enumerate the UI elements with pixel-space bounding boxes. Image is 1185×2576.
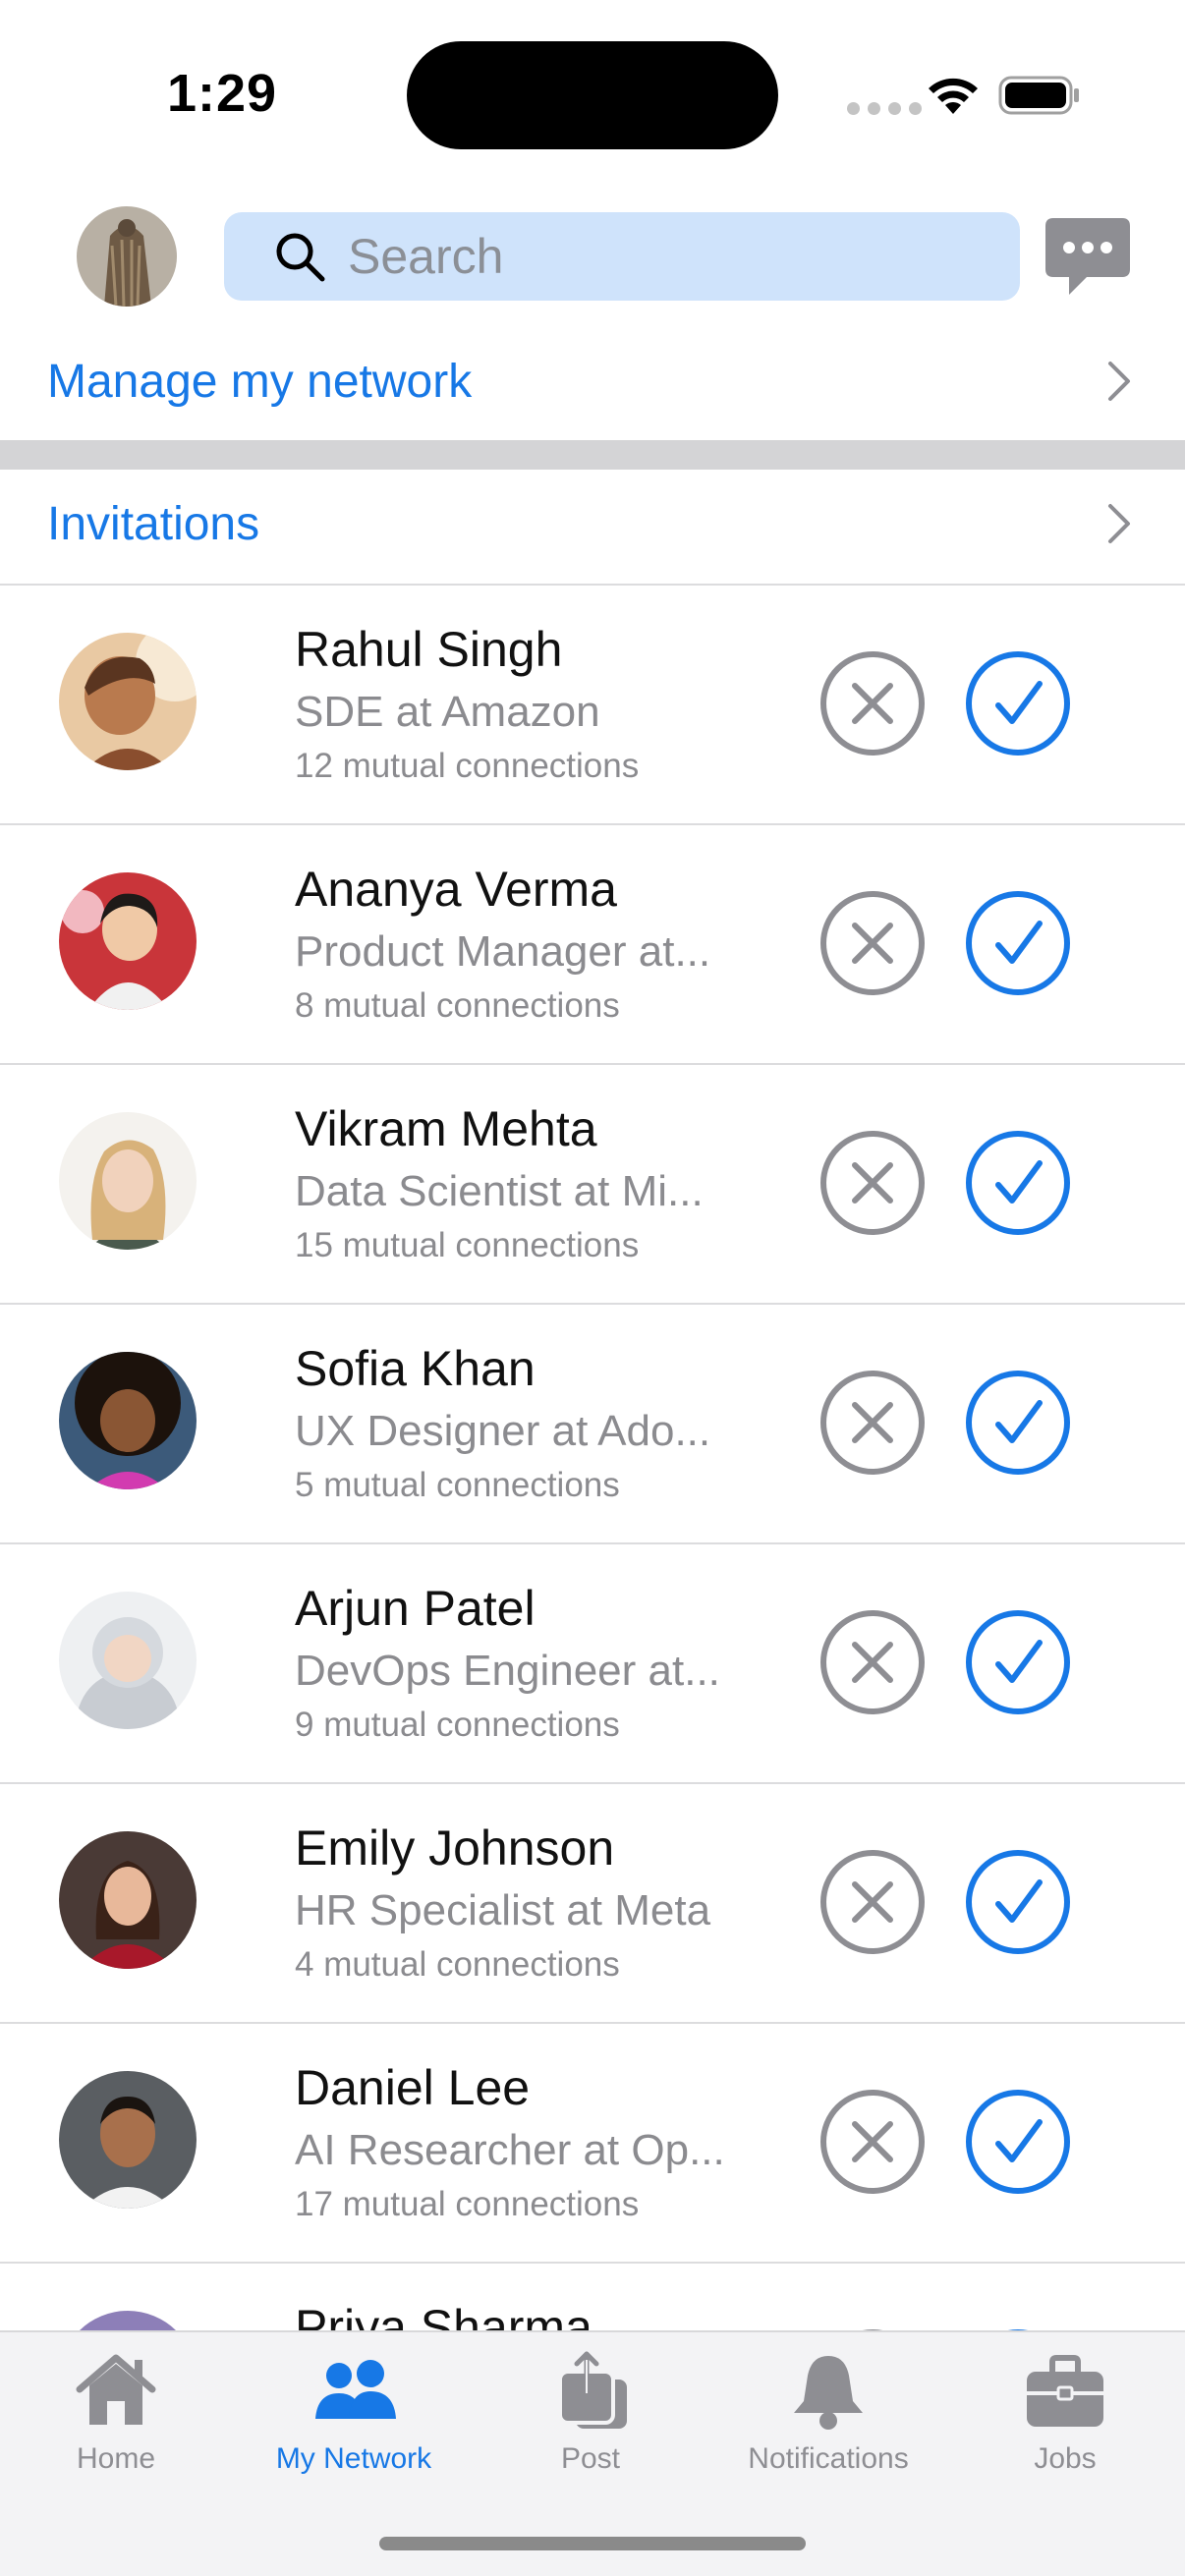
tab-post[interactable]: Post xyxy=(482,2350,699,2497)
ignore-button[interactable] xyxy=(819,1849,926,1955)
bell-icon xyxy=(794,2356,863,2430)
tab-home[interactable]: Home xyxy=(8,2350,224,2497)
tab-label: Jobs xyxy=(1034,2442,1097,2475)
messages-icon[interactable] xyxy=(1042,214,1134,301)
invitation-name[interactable]: Vikram Mehta xyxy=(295,1100,597,1157)
invitation-headline: Data Scientist at Mi... xyxy=(295,1167,704,1215)
invitation-list: Rahul Singh SDE at Amazon 12 mutual conn… xyxy=(0,586,1185,2330)
invitation-name[interactable]: Daniel Lee xyxy=(295,2059,530,2116)
accept-button[interactable] xyxy=(965,650,1071,756)
invitation-headline: UX Designer at Ado... xyxy=(295,1407,711,1455)
invitation-row: Arjun Patel DevOps Engineer at... 9 mutu… xyxy=(0,1544,1185,1784)
avatar[interactable] xyxy=(59,1831,197,1969)
section-divider xyxy=(0,440,1185,470)
post-icon xyxy=(558,2351,627,2429)
tab-my-network[interactable]: My Network xyxy=(246,2350,462,2497)
mutual-connections: 9 mutual connections xyxy=(295,1706,620,1744)
accept-button[interactable] xyxy=(965,1130,1071,1236)
tab-jobs[interactable]: Jobs xyxy=(957,2350,1173,2497)
invitation-headline: AI Researcher at Op... xyxy=(295,2126,725,2174)
avatar[interactable] xyxy=(59,872,197,1010)
invitation-headline: Product Manager at... xyxy=(295,927,711,976)
invitations-row[interactable]: Invitations xyxy=(0,476,1185,572)
invitation-name[interactable]: Emily Johnson xyxy=(295,1820,614,1876)
wifi-icon xyxy=(929,78,978,114)
invitations-label: Invitations xyxy=(47,497,260,550)
accept-button[interactable] xyxy=(965,1370,1071,1476)
invitation-headline: DevOps Engineer at... xyxy=(295,1647,720,1695)
chevron-right-icon xyxy=(1108,504,1130,543)
briefcase-icon xyxy=(1027,2355,1103,2427)
search-bar[interactable] xyxy=(224,212,1020,301)
avatar[interactable] xyxy=(59,1592,197,1729)
invitation-row: Priya Sharma xyxy=(0,2264,1185,2330)
battery-icon xyxy=(998,76,1079,115)
tab-label: Home xyxy=(76,2442,156,2475)
avatar[interactable] xyxy=(59,2311,197,2330)
invitation-row: Sofia Khan UX Designer at Ado... 5 mutua… xyxy=(0,1305,1185,1544)
accept-button[interactable] xyxy=(965,1849,1071,1955)
ignore-button[interactable] xyxy=(819,650,926,756)
invitation-name[interactable]: Arjun Patel xyxy=(295,1580,536,1637)
chevron-right-icon xyxy=(1108,362,1130,401)
dynamic-island xyxy=(407,41,778,149)
invitation-headline: SDE at Amazon xyxy=(295,688,600,736)
invitation-row: Rahul Singh SDE at Amazon 12 mutual conn… xyxy=(0,586,1185,825)
invitation-row: Vikram Mehta Data Scientist at Mi... 15 … xyxy=(0,1065,1185,1305)
profile-avatar[interactable] xyxy=(77,206,177,307)
manage-network-label: Manage my network xyxy=(47,355,473,408)
accept-button[interactable] xyxy=(965,890,1071,996)
mutual-connections: 8 mutual connections xyxy=(295,986,620,1025)
top-header xyxy=(0,196,1185,318)
avatar[interactable] xyxy=(59,1352,197,1489)
mutual-connections: 17 mutual connections xyxy=(295,2185,640,2223)
invitation-row: Daniel Lee AI Researcher at Op... 17 mut… xyxy=(0,2024,1185,2264)
invitation-name[interactable]: Ananya Verma xyxy=(295,861,617,918)
status-bar: 1:29 xyxy=(0,0,1185,187)
avatar[interactable] xyxy=(59,1112,197,1250)
home-indicator[interactable] xyxy=(379,2537,806,2550)
tab-notifications[interactable]: Notifications xyxy=(720,2350,936,2497)
manage-network-row[interactable]: Manage my network xyxy=(0,334,1185,428)
mutual-connections: 15 mutual connections xyxy=(295,1226,640,1264)
search-input[interactable] xyxy=(348,228,996,285)
ignore-button[interactable] xyxy=(819,890,926,996)
ignore-button[interactable] xyxy=(819,1609,926,1715)
home-icon xyxy=(76,2354,156,2425)
avatar[interactable] xyxy=(59,2071,197,2209)
avatar[interactable] xyxy=(59,633,197,770)
tab-label: Post xyxy=(560,2442,621,2475)
accept-button[interactable] xyxy=(965,2089,1071,2195)
invitation-name[interactable]: Rahul Singh xyxy=(295,621,562,678)
ignore-button[interactable] xyxy=(819,1130,926,1236)
tab-label: My Network xyxy=(275,2442,432,2475)
invitation-headline: HR Specialist at Meta xyxy=(295,1886,711,1934)
invitation-row: Emily Johnson HR Specialist at Meta 4 mu… xyxy=(0,1784,1185,2024)
ignore-button[interactable] xyxy=(819,2089,926,2195)
mutual-connections: 5 mutual connections xyxy=(295,1466,620,1504)
mutual-connections: 4 mutual connections xyxy=(295,1945,620,1984)
status-time: 1:29 xyxy=(167,64,278,123)
invitation-name[interactable]: Sofia Khan xyxy=(295,1340,536,1397)
invitation-name[interactable]: Priya Sharma xyxy=(295,2299,592,2330)
network-icon xyxy=(315,2360,396,2419)
accept-button[interactable] xyxy=(965,1609,1071,1715)
ignore-button[interactable] xyxy=(819,1370,926,1476)
search-icon xyxy=(276,233,325,282)
tab-label: Notifications xyxy=(748,2442,909,2475)
invitation-row: Ananya Verma Product Manager at... 8 mut… xyxy=(0,825,1185,1065)
cellular-signal-icon xyxy=(847,102,922,115)
mutual-connections: 12 mutual connections xyxy=(295,747,640,785)
